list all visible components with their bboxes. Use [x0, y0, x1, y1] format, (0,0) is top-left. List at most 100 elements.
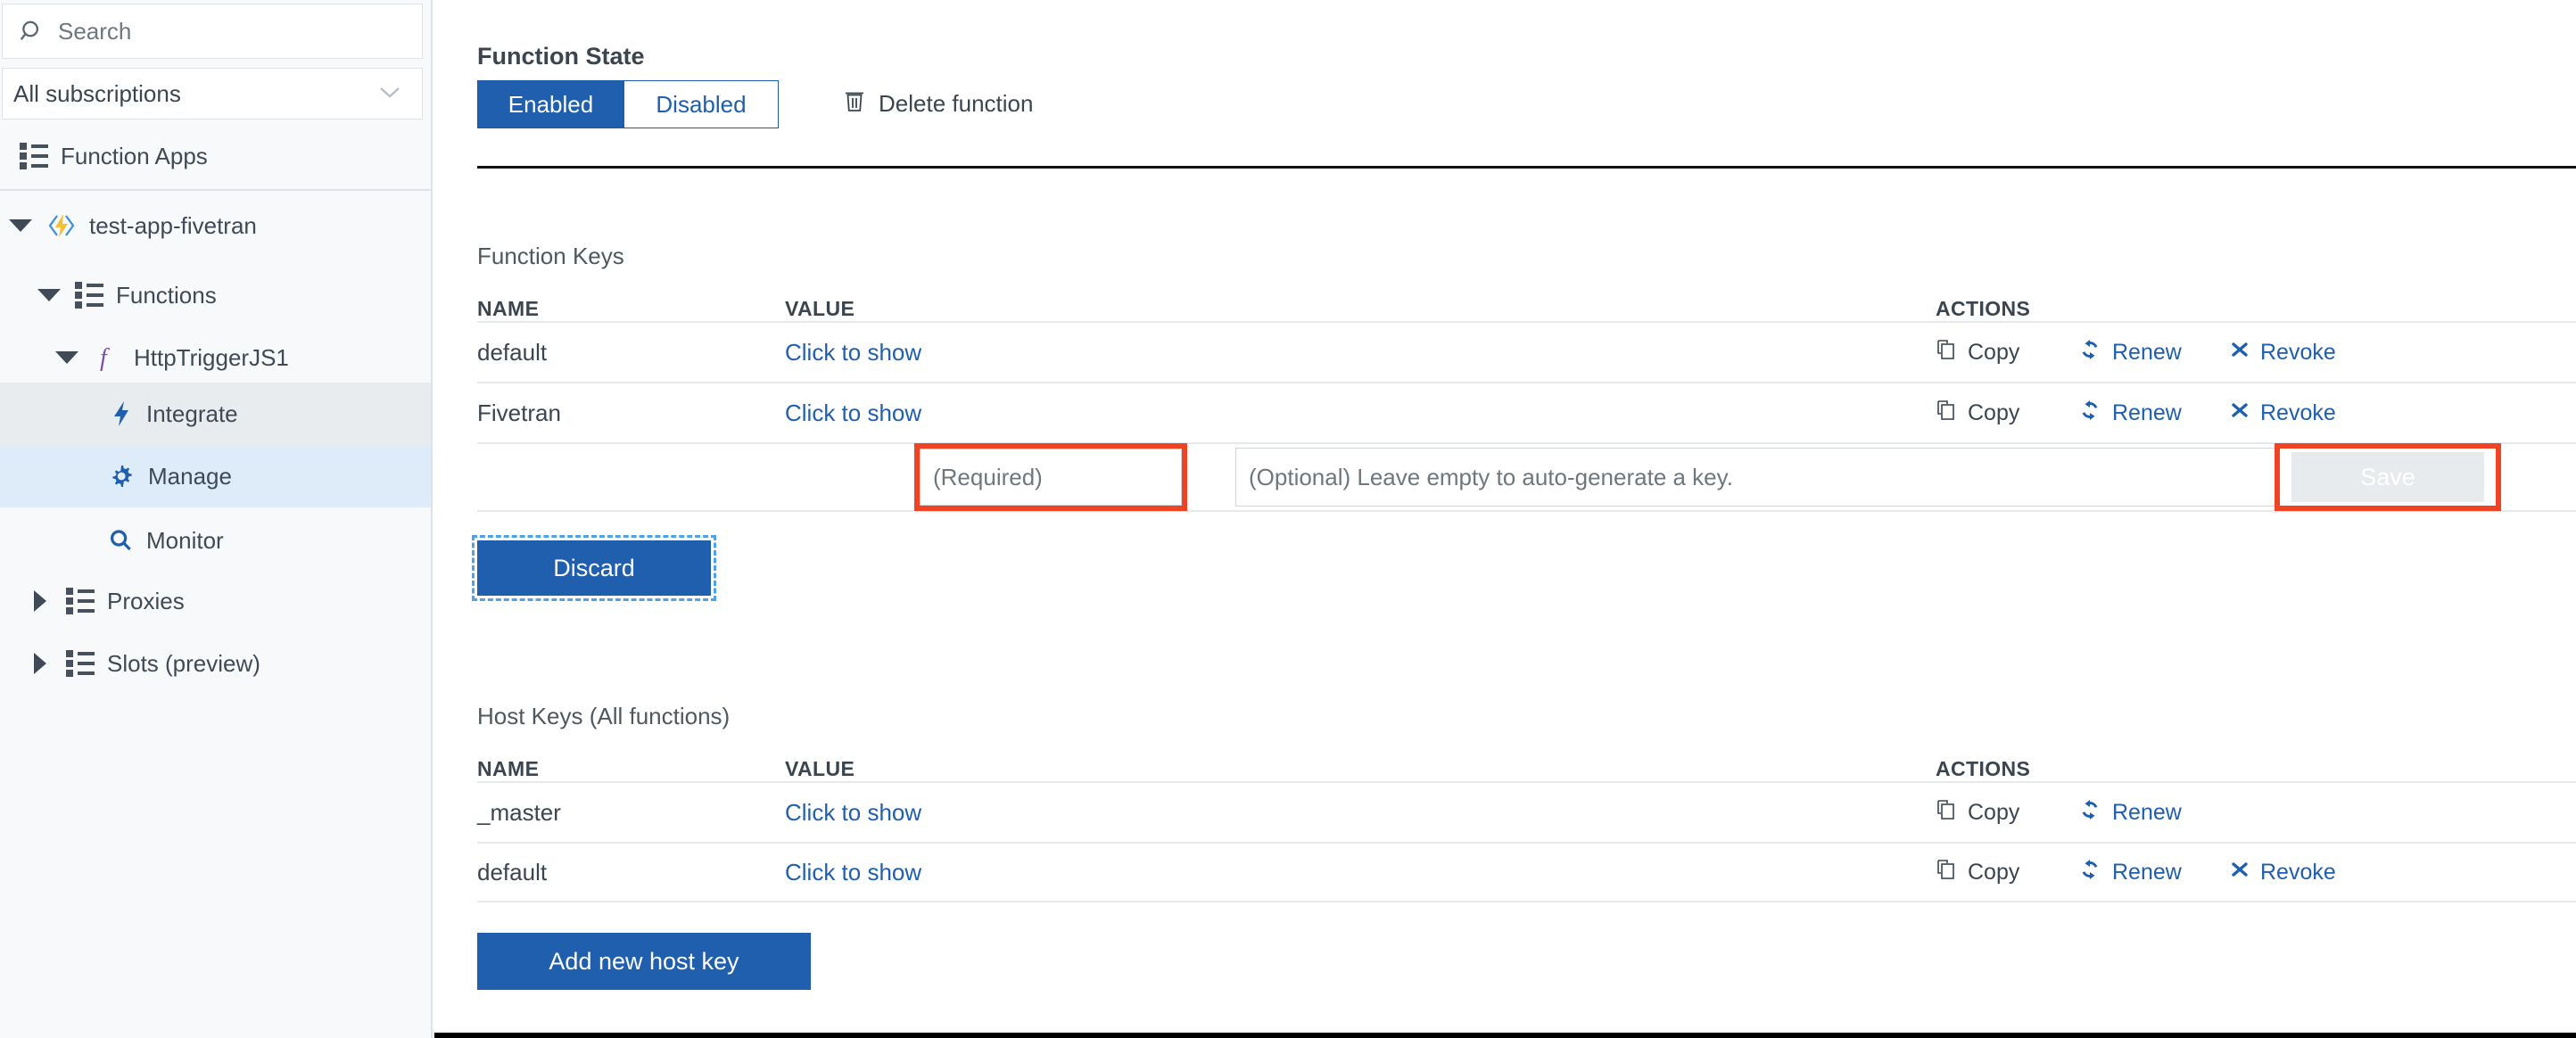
key-name: default	[477, 858, 548, 886]
close-icon	[2230, 400, 2250, 426]
click-to-show-link[interactable]: Click to show	[785, 400, 921, 426]
sidebar-item-httptriggerjs1[interactable]: f HttpTriggerJS1	[0, 335, 431, 380]
sidebar-item-test-app-fivetran[interactable]: test-app-fivetran	[0, 203, 431, 248]
click-to-show-link[interactable]: Click to show	[785, 339, 921, 366]
list-icon	[20, 143, 48, 169]
host-keys-table: NAME VALUE ACTIONS _master Click to show…	[477, 746, 2576, 902]
click-to-show-link[interactable]: Click to show	[785, 859, 921, 886]
chevron-right-icon[interactable]	[34, 590, 46, 612]
copy-label: Copy	[1968, 339, 2020, 365]
sidebar-item-label: Function Apps	[61, 142, 208, 169]
chevron-right-icon[interactable]	[34, 653, 46, 674]
new-key-name-highlight: (Required)	[914, 443, 1187, 511]
column-header-value: VALUE	[785, 297, 855, 320]
app-root: Search All subscriptions Function Apps t…	[0, 0, 2576, 1038]
column-header-name: NAME	[477, 297, 540, 320]
table-row: _master Click to show Copy Renew	[477, 781, 2576, 842]
sidebar-item-label: Proxies	[107, 587, 185, 614]
sidebar-item-proxies[interactable]: Proxies	[0, 575, 431, 627]
function-state-toggle[interactable]: Enabled Disabled	[477, 80, 779, 128]
column-header-actions: ACTIONS	[1936, 297, 2031, 320]
search-placeholder: Search	[58, 17, 132, 45]
sidebar-item-integrate[interactable]: Integrate	[0, 383, 431, 445]
renew-label: Renew	[2112, 799, 2182, 825]
function-state-title: Function State	[477, 43, 645, 70]
renew-label: Renew	[2112, 859, 2182, 885]
column-header-value: VALUE	[785, 757, 855, 780]
copy-button[interactable]: Copy	[1936, 798, 2078, 828]
table-row: default Click to show Copy Renew Revoke	[477, 842, 2576, 902]
function-app-icon	[46, 210, 77, 241]
table-row: Fivetran Click to show Copy Renew Revoke	[477, 382, 2576, 442]
sidebar-item-label: Functions	[116, 281, 217, 309]
section-divider	[477, 166, 2576, 169]
key-name: default	[477, 338, 548, 366]
chevron-down-icon[interactable]	[37, 289, 61, 301]
list-icon	[66, 650, 95, 677]
subscription-filter[interactable]: All subscriptions	[2, 68, 423, 119]
renew-button[interactable]: Renew	[2078, 339, 2230, 367]
svg-text:f: f	[100, 344, 110, 372]
main-content: Function State Enabled Disabled Delete f…	[434, 0, 2576, 1038]
renew-button[interactable]: Renew	[2078, 799, 2230, 827]
discard-button[interactable]: Discard	[472, 535, 716, 601]
copy-icon	[1936, 399, 1957, 428]
chevron-down-icon[interactable]	[9, 219, 32, 232]
revoke-button[interactable]: Revoke	[2230, 860, 2382, 886]
search-box[interactable]: Search	[2, 4, 423, 59]
magnifier-icon	[107, 527, 134, 554]
sidebar-item-label: Integrate	[146, 400, 238, 427]
new-key-name-input[interactable]: (Required)	[920, 449, 1182, 506]
function-keys-table: NAME VALUE ACTIONS default Click to show…	[477, 285, 2576, 442]
refresh-icon	[2078, 400, 2101, 427]
sidebar-item-label: Slots (preview)	[107, 649, 260, 677]
bolt-icon	[109, 400, 134, 428]
disabled-button[interactable]: Disabled	[624, 80, 779, 128]
enabled-button[interactable]: Enabled	[477, 80, 624, 128]
host-keys-title: Host Keys (All functions)	[477, 703, 731, 729]
renew-button[interactable]: Renew	[2078, 400, 2230, 427]
sidebar-item-label: Manage	[148, 462, 232, 490]
renew-button[interactable]: Renew	[2078, 859, 2230, 886]
revoke-label: Revoke	[2260, 400, 2336, 425]
copy-button[interactable]: Copy	[1936, 399, 2078, 428]
copy-label: Copy	[1968, 799, 2020, 825]
revoke-button[interactable]: Revoke	[2230, 400, 2382, 426]
sidebar-item-manage[interactable]: Manage	[0, 445, 431, 507]
bottom-divider	[434, 1033, 2576, 1038]
column-header-name: NAME	[477, 757, 540, 780]
renew-label: Renew	[2112, 400, 2182, 425]
sidebar-divider	[0, 189, 431, 191]
sidebar: Search All subscriptions Function Apps t…	[0, 0, 433, 1038]
add-new-host-key-button[interactable]: Add new host key	[477, 933, 811, 990]
delete-function-button[interactable]: Delete function	[843, 87, 1033, 120]
sidebar-item-label: HttpTriggerJS1	[134, 343, 289, 371]
sidebar-item-functions[interactable]: Functions	[0, 273, 431, 317]
copy-button[interactable]: Copy	[1936, 858, 2078, 887]
chevron-down-icon	[377, 84, 402, 104]
sidebar-item-monitor[interactable]: Monitor	[0, 513, 431, 568]
new-key-value-input[interactable]: (Optional) Leave empty to auto-generate …	[1235, 448, 2292, 507]
table-row: default Click to show Copy Renew Revoke	[477, 321, 2576, 382]
trash-icon	[843, 87, 866, 120]
sidebar-item-slots[interactable]: Slots (preview)	[0, 638, 431, 689]
copy-button[interactable]: Copy	[1936, 338, 2078, 367]
sidebar-item-label: test-app-fivetran	[89, 211, 257, 239]
copy-icon	[1936, 338, 1957, 367]
delete-function-label: Delete function	[879, 90, 1034, 117]
copy-icon	[1936, 798, 1957, 828]
save-button[interactable]: Save	[2291, 452, 2484, 502]
close-icon	[2230, 340, 2250, 366]
sidebar-item-function-apps[interactable]: Function Apps	[0, 128, 431, 184]
revoke-button[interactable]: Revoke	[2230, 340, 2382, 366]
chevron-down-icon[interactable]	[55, 351, 78, 364]
subscription-filter-value: All subscriptions	[13, 79, 181, 107]
revoke-label: Revoke	[2260, 339, 2336, 365]
table-header: NAME VALUE ACTIONS	[477, 746, 2576, 781]
click-to-show-link[interactable]: Click to show	[785, 799, 921, 826]
copy-label: Copy	[1968, 859, 2020, 885]
refresh-icon	[2078, 859, 2101, 886]
refresh-icon	[2078, 799, 2101, 827]
copy-label: Copy	[1968, 400, 2020, 425]
key-name: Fivetran	[477, 399, 561, 426]
